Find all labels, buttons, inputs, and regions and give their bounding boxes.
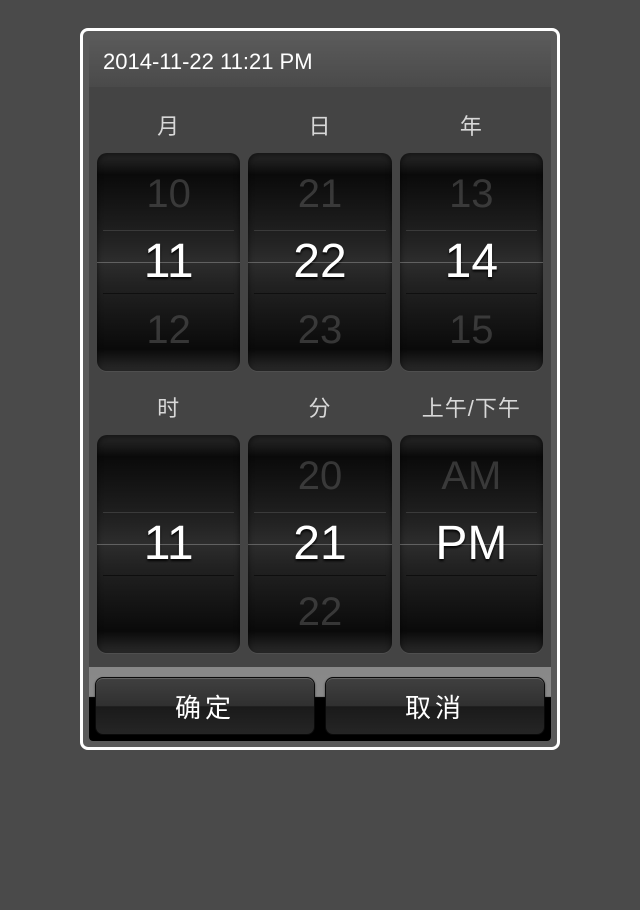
year-column: 年 13 14 15 <box>400 99 543 371</box>
ampm-prev: AM <box>400 442 543 510</box>
day-next: 23 <box>248 296 391 364</box>
hour-wheel[interactable]: 11 <box>97 435 240 653</box>
dialog-header: 2014-11-22 11:21 PM <box>89 37 551 87</box>
ampm-wheel[interactable]: AM PM <box>400 435 543 653</box>
selected-datetime: 2014-11-22 11:21 PM <box>103 49 313 74</box>
month-next: 12 <box>97 296 240 364</box>
day-label: 日 <box>248 99 391 153</box>
hour-current: 11 <box>97 510 240 578</box>
dialog-footer: 确定 取消 <box>89 667 551 741</box>
minute-prev: 20 <box>248 442 391 510</box>
day-column: 日 21 22 23 <box>248 99 391 371</box>
month-label: 月 <box>97 99 240 153</box>
datetime-picker-dialog: 2014-11-22 11:21 PM 月 10 11 12 日 21 <box>80 28 560 750</box>
month-column: 月 10 11 12 <box>97 99 240 371</box>
day-wheel[interactable]: 21 22 23 <box>248 153 391 371</box>
day-current: 22 <box>248 228 391 296</box>
year-label: 年 <box>400 99 543 153</box>
year-wheel[interactable]: 13 14 15 <box>400 153 543 371</box>
ampm-current: PM <box>400 510 543 578</box>
minute-next: 22 <box>248 578 391 646</box>
date-row: 月 10 11 12 日 21 22 23 <box>97 99 543 371</box>
day-prev: 21 <box>248 160 391 228</box>
month-prev: 10 <box>97 160 240 228</box>
year-current: 14 <box>400 228 543 296</box>
ampm-label: 上午/下午 <box>400 381 543 435</box>
hour-label: 时 <box>97 381 240 435</box>
minute-column: 分 20 21 22 <box>248 381 391 653</box>
month-wheel[interactable]: 10 11 12 <box>97 153 240 371</box>
minute-wheel[interactable]: 20 21 22 <box>248 435 391 653</box>
ampm-column: 上午/下午 AM PM <box>400 381 543 653</box>
year-prev: 13 <box>400 160 543 228</box>
hour-column: 时 11 <box>97 381 240 653</box>
dialog-body: 月 10 11 12 日 21 22 23 <box>89 87 551 667</box>
confirm-button[interactable]: 确定 <box>95 677 315 735</box>
minute-current: 21 <box>248 510 391 578</box>
month-current: 11 <box>97 228 240 296</box>
cancel-button[interactable]: 取消 <box>325 677 545 735</box>
year-next: 15 <box>400 296 543 364</box>
minute-label: 分 <box>248 381 391 435</box>
time-row: 时 11 分 20 21 22 <box>97 381 543 653</box>
